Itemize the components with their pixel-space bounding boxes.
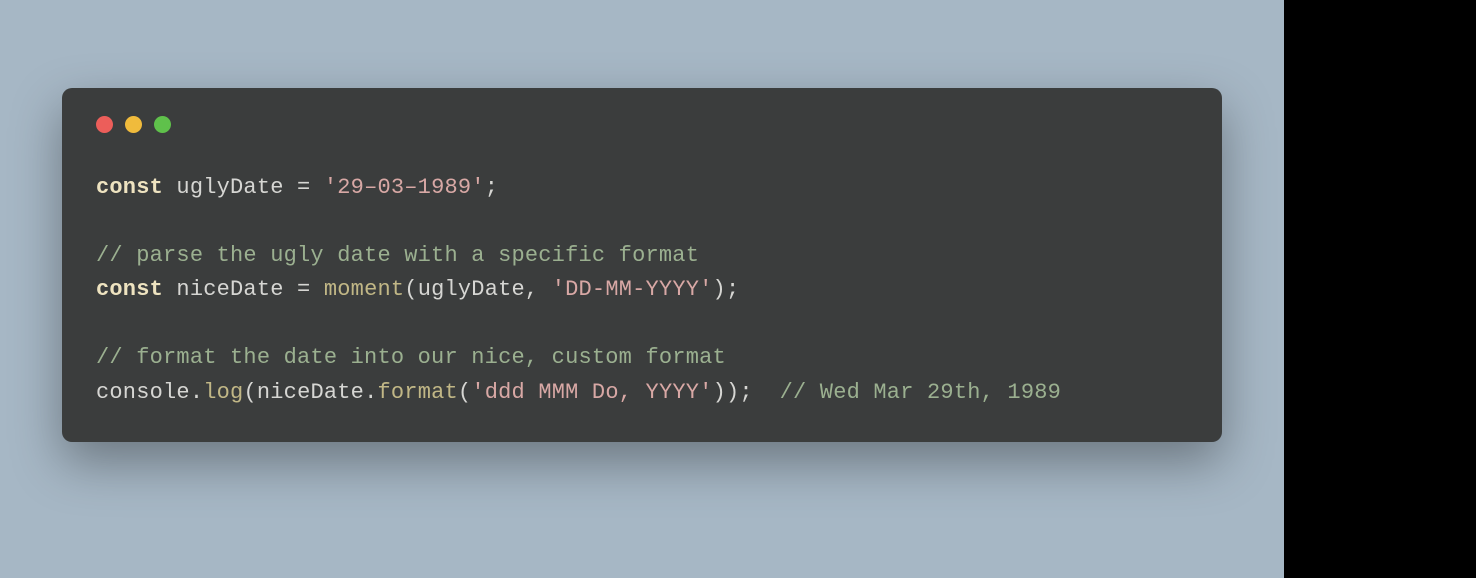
code-block: const uglyDate = '29–03–1989'; // parse … (96, 171, 1188, 410)
paren: ( (243, 380, 256, 405)
page-background: const uglyDate = '29–03–1989'; // parse … (0, 0, 1284, 578)
traffic-lights (96, 116, 1188, 133)
object: console (96, 380, 190, 405)
semicolon: ; (726, 277, 739, 302)
comma: , (525, 277, 552, 302)
semicolon: ; (739, 380, 752, 405)
dot: . (190, 380, 203, 405)
keyword-const: const (96, 277, 163, 302)
semicolon: ; (485, 175, 498, 200)
method: format (377, 380, 457, 405)
string-literal: 'DD-MM-YYYY' (552, 277, 713, 302)
paren: ) (726, 380, 739, 405)
keyword-const: const (96, 175, 163, 200)
close-icon[interactable] (96, 116, 113, 133)
code-window: const uglyDate = '29–03–1989'; // parse … (62, 88, 1222, 442)
space (310, 175, 323, 200)
space (310, 277, 323, 302)
paren: ( (458, 380, 471, 405)
argument: uglyDate (418, 277, 525, 302)
dot: . (364, 380, 377, 405)
paren: ) (713, 380, 726, 405)
paren: ( (404, 277, 417, 302)
string-literal: 'ddd MMM Do, YYYY' (471, 380, 712, 405)
comment: // parse the ugly date with a specific f… (96, 243, 699, 268)
operator: = (297, 175, 310, 200)
method: log (203, 380, 243, 405)
minimize-icon[interactable] (125, 116, 142, 133)
string-literal: '29–03–1989' (324, 175, 485, 200)
maximize-icon[interactable] (154, 116, 171, 133)
operator: = (297, 277, 310, 302)
identifier: uglyDate (163, 175, 297, 200)
space (753, 380, 780, 405)
comment-output: // Wed Mar 29th, 1989 (780, 380, 1061, 405)
identifier: niceDate (163, 277, 297, 302)
comment: // format the date into our nice, custom… (96, 345, 726, 370)
argument: niceDate (257, 380, 364, 405)
paren: ) (713, 277, 726, 302)
function-call: moment (324, 277, 404, 302)
